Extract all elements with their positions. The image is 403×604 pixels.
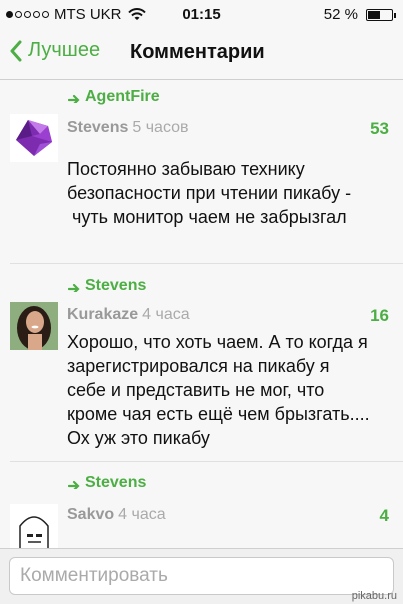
navigation-bar: Лучшее Комментарии (0, 30, 403, 80)
comment-compose-bar: pikabu.ru (0, 548, 403, 604)
avatar[interactable] (10, 114, 58, 162)
avatar[interactable] (10, 504, 58, 548)
comment-score: 53 (370, 119, 389, 138)
comment-line: Ох уж это пикабу (67, 428, 210, 448)
reply-arrow-icon (68, 94, 80, 103)
comment-author[interactable]: Stevens 5 часов (67, 119, 189, 137)
comment-score: 4 (379, 506, 389, 525)
comment-body: Постоянно забываю технику безопасности п… (67, 157, 393, 229)
reply-to-link[interactable]: AgentFire (68, 88, 160, 106)
author-name: Sakvo (67, 506, 115, 523)
reply-to-name: AgentFire (85, 88, 160, 105)
comment-line: Постоянно забываю технику (67, 159, 305, 179)
watermark: pikabu.ru (351, 590, 397, 602)
comment-line: чуть монитор чаем не забрызгал (67, 207, 347, 227)
battery-icon (366, 8, 396, 21)
comment-line: безопасности при чтении пикабу - (67, 183, 352, 203)
comment-age: 5 часов (132, 119, 189, 136)
status-right: 52 % (323, 6, 396, 23)
comment-line: кроме чая есть ещё чем брызгать.... (67, 404, 370, 424)
divider (10, 461, 403, 462)
page-title: Комментарии (130, 41, 265, 63)
reply-arrow-icon (68, 283, 80, 292)
divider (10, 263, 403, 264)
author-name: Stevens (67, 119, 129, 136)
comment-line: Хорошо, что хоть чаем. А то когда я (67, 332, 368, 352)
reply-to-name: Stevens (85, 474, 147, 491)
battery-level (368, 10, 380, 19)
reply-to-name: Stevens (85, 277, 147, 294)
comment-age: 4 часа (118, 506, 166, 523)
comment-body: Хорошо, что хоть чаем. А то когда я заре… (67, 330, 393, 450)
chevron-left-icon (10, 40, 22, 61)
status-bar: MTS UKR 01:15 52 % (0, 0, 403, 30)
comment-author[interactable]: Sakvo 4 часа (67, 506, 166, 524)
comment-line: себе и представить не мог, что (67, 380, 325, 400)
reply-arrow-icon (68, 480, 80, 489)
comment-age: 4 часа (142, 306, 190, 323)
back-button[interactable]: Лучшее (10, 39, 100, 62)
comments-list[interactable]: AgentFire Stevens 5 часов 53 Постоянно за… (0, 81, 403, 548)
comment-item: Stevens Sakvo 4 часа 4 (0, 464, 403, 548)
reply-to-link[interactable]: Stevens (68, 277, 146, 295)
comment-score: 16 (370, 306, 389, 325)
author-name: Kurakaze (67, 306, 139, 323)
battery-percent: 52 % (323, 6, 358, 23)
comment-item: Stevens Kurakaze 4 часа 16 Хорошо, что хо… (0, 266, 403, 456)
comment-item: AgentFire Stevens 5 часов 53 Постоянно за… (0, 81, 403, 261)
reply-to-link[interactable]: Stevens (68, 474, 146, 492)
comment-line: зарегистрировался на пикабу я (67, 356, 330, 376)
comment-input[interactable] (9, 557, 394, 595)
back-label: Лучшее (28, 39, 101, 61)
comment-author[interactable]: Kurakaze 4 часа (67, 306, 190, 324)
avatar[interactable] (10, 302, 58, 350)
